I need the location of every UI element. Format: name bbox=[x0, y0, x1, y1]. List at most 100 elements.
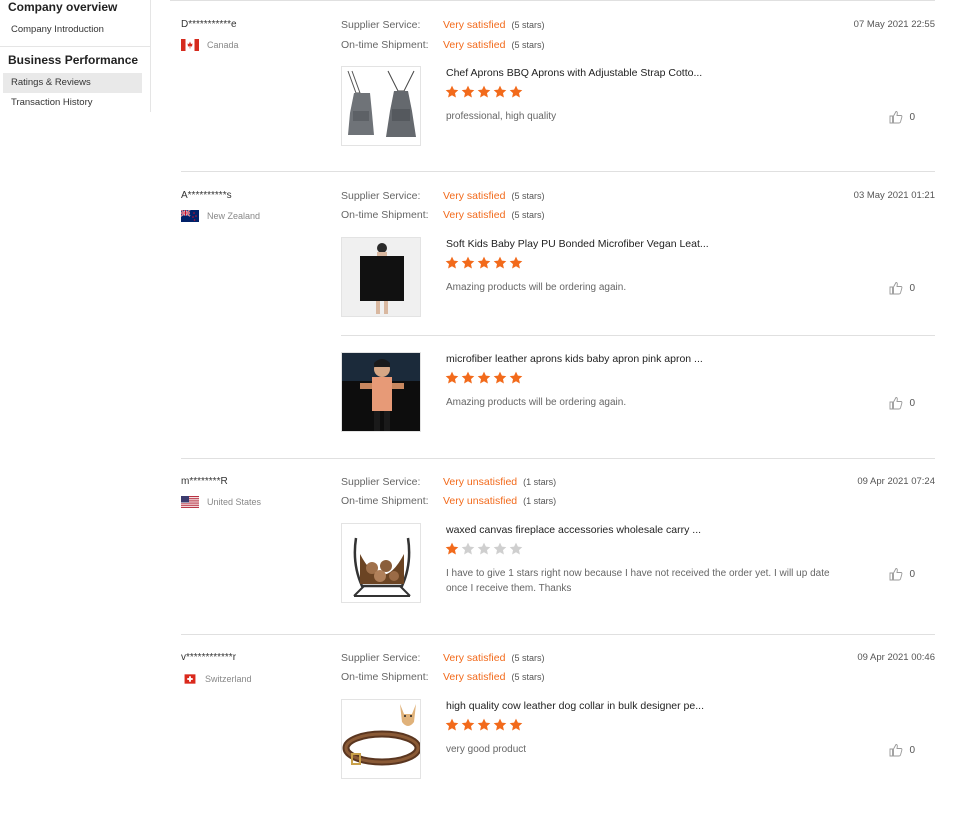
star-filled-icon bbox=[445, 85, 459, 98]
product-name[interactable]: Chef Aprons BBQ Aprons with Adjustable S… bbox=[446, 67, 702, 79]
product-rating bbox=[445, 542, 523, 558]
like-button[interactable]: 0 bbox=[889, 567, 915, 581]
review-date: 09 Apr 2021 00:46 bbox=[857, 652, 935, 663]
like-button[interactable]: 0 bbox=[889, 281, 915, 295]
product-image[interactable] bbox=[341, 699, 421, 779]
reviewer-name: D***********e bbox=[181, 19, 237, 30]
supplier-service-label: Supplier Service: bbox=[341, 652, 421, 664]
star-filled-icon bbox=[477, 85, 491, 98]
reviewer-country: Switzerland bbox=[181, 672, 252, 686]
thumbs-up-icon bbox=[889, 744, 903, 757]
sidebar-divider bbox=[0, 46, 150, 47]
product-image[interactable] bbox=[341, 352, 421, 432]
star-empty-icon bbox=[477, 542, 491, 555]
product-review: microfiber leather aprons kids baby apro… bbox=[341, 352, 935, 467]
product-image[interactable] bbox=[341, 523, 421, 603]
shipment-stars: (5 stars) bbox=[511, 40, 545, 50]
review-divider bbox=[181, 458, 935, 459]
shipment-row: On-time Shipment: Very satisfied (5 stars) bbox=[341, 39, 544, 51]
like-button[interactable]: 0 bbox=[889, 743, 915, 757]
review-date: 03 May 2021 01:21 bbox=[853, 190, 935, 201]
sidebar-item-transaction-history[interactable]: Transaction History bbox=[3, 93, 142, 113]
star-filled-icon bbox=[509, 718, 523, 731]
star-filled-icon bbox=[461, 371, 475, 384]
product-review: high quality cow leather dog collar in b… bbox=[341, 699, 935, 814]
review-card: m********R United States Supplier Servic… bbox=[170, 476, 935, 635]
product-name[interactable]: high quality cow leather dog collar in b… bbox=[446, 700, 704, 712]
sidebar-item-ratings-reviews[interactable]: Ratings & Reviews bbox=[3, 73, 142, 93]
kid-apron-image bbox=[342, 353, 420, 431]
shipment-label: On-time Shipment: bbox=[341, 671, 429, 683]
thumbs-up-icon bbox=[889, 568, 903, 581]
shipment-row: On-time Shipment: Very satisfied (5 stars) bbox=[341, 671, 544, 683]
country-name: United States bbox=[207, 497, 262, 507]
reviewer-country: Canada bbox=[181, 39, 239, 51]
review-date: 09 Apr 2021 07:24 bbox=[857, 476, 935, 487]
reviewer-name: v************r bbox=[181, 652, 237, 663]
shipment-label: On-time Shipment: bbox=[341, 39, 429, 51]
supplier-service-stars: (5 stars) bbox=[511, 20, 545, 30]
reviewer-country: New Zealand bbox=[181, 210, 260, 222]
section-company-overview: Company overview bbox=[8, 0, 118, 14]
star-filled-icon bbox=[445, 542, 459, 555]
sidebar: Company overview Company Introduction Bu… bbox=[0, 0, 151, 112]
review-card: A**********s New Zealand Supplier Servic… bbox=[170, 190, 935, 459]
product-rating bbox=[445, 85, 523, 101]
star-filled-icon bbox=[445, 718, 459, 731]
supplier-service-label: Supplier Service: bbox=[341, 190, 421, 202]
product-name[interactable]: waxed canvas fireplace accessories whole… bbox=[446, 524, 701, 536]
star-filled-icon bbox=[477, 256, 491, 269]
like-button[interactable]: 0 bbox=[889, 396, 915, 410]
like-count: 0 bbox=[909, 397, 915, 409]
reviewer-name: A**********s bbox=[181, 190, 232, 201]
country-name: Switzerland bbox=[205, 674, 252, 684]
like-count: 0 bbox=[909, 568, 915, 580]
top-divider bbox=[170, 0, 935, 1]
shipment-stars: (5 stars) bbox=[511, 210, 545, 220]
star-filled-icon bbox=[461, 85, 475, 98]
star-filled-icon bbox=[461, 256, 475, 269]
product-image[interactable] bbox=[341, 66, 421, 146]
thumbs-up-icon bbox=[889, 397, 903, 410]
star-filled-icon bbox=[493, 718, 507, 731]
sidebar-item-company-introduction[interactable]: Company Introduction bbox=[3, 20, 142, 40]
reviewer-country: United States bbox=[181, 496, 261, 508]
shipment-stars: (5 stars) bbox=[511, 672, 545, 682]
black-mat-image bbox=[342, 238, 420, 316]
review-divider bbox=[181, 634, 935, 635]
shipment-value: Very satisfied bbox=[443, 209, 506, 221]
like-count: 0 bbox=[909, 111, 915, 123]
shipment-value: Very satisfied bbox=[443, 39, 506, 51]
new-zealand-flag-icon bbox=[181, 210, 199, 222]
like-count: 0 bbox=[909, 282, 915, 294]
shipment-value: Very unsatisfied bbox=[443, 495, 518, 507]
review-date: 07 May 2021 22:55 bbox=[853, 19, 935, 30]
product-rating bbox=[445, 256, 523, 272]
product-rating bbox=[445, 371, 523, 387]
supplier-service-value: Very satisfied bbox=[443, 19, 506, 31]
product-image[interactable] bbox=[341, 237, 421, 317]
star-filled-icon bbox=[493, 85, 507, 98]
star-filled-icon bbox=[445, 371, 459, 384]
supplier-service-row: Supplier Service: Very satisfied (5 stars) bbox=[341, 652, 544, 664]
product-review: waxed canvas fireplace accessories whole… bbox=[341, 523, 935, 638]
supplier-service-label: Supplier Service: bbox=[341, 476, 421, 488]
star-filled-icon bbox=[509, 371, 523, 384]
product-review: Chef Aprons BBQ Aprons with Adjustable S… bbox=[341, 66, 935, 181]
review-card: D***********e Canada Supplier Service: Ve… bbox=[170, 19, 935, 172]
usa-flag-icon bbox=[181, 496, 199, 508]
star-filled-icon bbox=[461, 718, 475, 731]
product-name[interactable]: Soft Kids Baby Play PU Bonded Microfiber… bbox=[446, 238, 709, 250]
star-filled-icon bbox=[509, 85, 523, 98]
shipment-row: On-time Shipment: Very unsatisfied (1 star… bbox=[341, 495, 556, 507]
star-filled-icon bbox=[493, 371, 507, 384]
like-button[interactable]: 0 bbox=[889, 110, 915, 124]
star-filled-icon bbox=[509, 256, 523, 269]
product-name[interactable]: microfiber leather aprons kids baby apro… bbox=[446, 353, 703, 365]
review-comment: Amazing products will be ordering again. bbox=[446, 397, 627, 408]
canada-flag-icon bbox=[181, 39, 199, 51]
star-filled-icon bbox=[477, 718, 491, 731]
reviewer-name: m********R bbox=[181, 476, 228, 487]
review-comment: very good product bbox=[446, 744, 527, 755]
supplier-service-row: Supplier Service: Very unsatisfied (1 star… bbox=[341, 476, 556, 488]
